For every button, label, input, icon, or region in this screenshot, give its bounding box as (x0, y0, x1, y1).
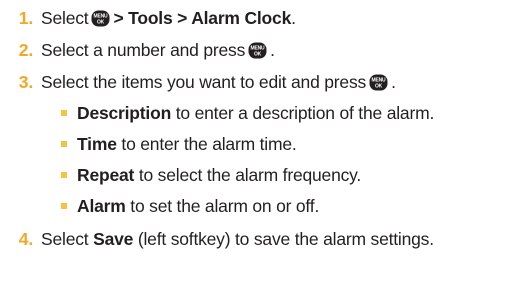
step-number: 3. (18, 71, 33, 92)
item-text: to set the alarm on or off. (130, 195, 320, 216)
item-term: Description (77, 102, 172, 123)
list-item-description: Description to enter a description of th… (61, 98, 434, 128)
instructions-document: 1. Select MENU OK > Tools > Alarm Clock … (0, 0, 528, 289)
step-period: . (291, 7, 296, 28)
key-bottom-label: OK (375, 83, 383, 89)
step-period: . (270, 39, 275, 60)
save-softkey-label: Save (93, 228, 134, 249)
step-text: Select (41, 7, 89, 28)
step-number: 1. (18, 7, 33, 28)
list-item-alarm: Alarm to set the alarm on or off. (61, 191, 319, 221)
key-bottom-label: OK (254, 51, 262, 57)
step-1: 1. Select MENU OK > Tools > Alarm Clock … (0, 3, 296, 33)
step-text: Select (41, 228, 94, 249)
step-4: 4. Select Save (left softkey) to save th… (0, 224, 434, 254)
menu-ok-key-icon: MENU OK (248, 42, 267, 58)
menu-ok-key-icon: MENU OK (91, 10, 110, 26)
step-number: 2. (18, 39, 33, 60)
bullet-icon (61, 172, 67, 178)
step-text: Select the items you want to edit and pr… (41, 71, 367, 92)
item-term: Time (77, 133, 117, 154)
menu-path: > Tools > Alarm Clock (113, 7, 292, 28)
bullet-icon (61, 110, 67, 116)
menu-ok-key-icon: MENU OK (369, 74, 388, 90)
step-number: 4. (18, 228, 33, 249)
bullet-icon (61, 203, 67, 209)
step-3: 3. Select the items you want to edit and… (0, 67, 396, 97)
step-2: 2. Select a number and press MENU OK . (0, 35, 275, 65)
item-term: Alarm (77, 195, 126, 216)
step-period: . (391, 71, 396, 92)
key-bottom-label: OK (97, 19, 105, 25)
list-item-time: Time to enter the alarm time. (61, 129, 297, 159)
bullet-icon (61, 141, 67, 147)
item-text: to enter the alarm time. (121, 133, 297, 154)
item-text: to enter a description of the alarm. (175, 102, 435, 123)
item-text: to select the alarm frequency. (138, 164, 362, 185)
item-term: Repeat (77, 164, 135, 185)
list-item-repeat: Repeat to select the alarm frequency. (61, 160, 361, 190)
step-text: Select a number and press (41, 39, 246, 60)
step-text-rest: (left softkey) to save the alarm setting… (137, 228, 434, 249)
